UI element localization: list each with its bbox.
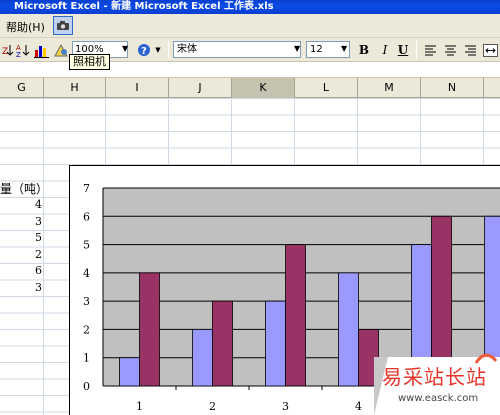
watermark: 易采站长站 www.easck.com: [374, 353, 500, 415]
column-header-i[interactable]: I: [106, 78, 169, 98]
y-tick-label: 7: [83, 182, 90, 195]
cell-value[interactable]: 6: [35, 264, 42, 277]
cell-value[interactable]: 3: [35, 281, 42, 294]
svg-text:?: ?: [141, 46, 147, 57]
x-tick-label: 2: [209, 400, 216, 413]
y-tick-label: 4: [83, 267, 90, 280]
font-dropdown-icon[interactable]: ▼: [294, 44, 300, 53]
menu-bar: 帮助(H): [0, 14, 500, 38]
zoom-dropdown-icon[interactable]: ▼: [122, 44, 128, 53]
y-tick-label: 5: [83, 239, 90, 252]
x-tick-label: 4: [355, 400, 362, 413]
toolbar-tooltip: 照相机: [69, 54, 110, 70]
cell-value[interactable]: 3: [35, 215, 42, 228]
bold-button[interactable]: B: [357, 41, 371, 59]
merge-center-icon[interactable]: [482, 41, 498, 59]
bar: [338, 272, 359, 387]
y-tick-label: 1: [83, 352, 90, 365]
column-header-g[interactable]: G: [0, 78, 44, 98]
cell-value[interactable]: 4: [35, 198, 42, 211]
column-headers: G H I J K L M N: [0, 78, 500, 98]
cell-value[interactable]: 2: [35, 248, 42, 261]
column-header-n[interactable]: N: [421, 78, 484, 98]
align-right-icon[interactable]: [463, 41, 477, 59]
column-header-j[interactable]: J: [169, 78, 232, 98]
help-icon[interactable]: ?: [136, 41, 152, 59]
column-header-h[interactable]: H: [44, 78, 106, 98]
column-header-m[interactable]: M: [358, 78, 421, 98]
bar: [139, 272, 160, 387]
bar: [265, 300, 286, 387]
x-tick-label: 1: [136, 400, 143, 413]
bar: [285, 244, 306, 387]
drawing-icon[interactable]: [53, 41, 69, 59]
cell-value[interactable]: 5: [35, 231, 42, 244]
bar: [192, 329, 213, 387]
watermark-url: www.easck.com: [398, 393, 479, 404]
x-tick-label: 3: [282, 400, 289, 413]
align-center-icon[interactable]: [443, 41, 457, 59]
font-size-dropdown-icon[interactable]: ▼: [341, 44, 347, 53]
bar: [212, 300, 233, 387]
underline-button[interactable]: U: [396, 41, 410, 59]
svg-text:Z: Z: [16, 51, 21, 57]
sort-asc-icon[interactable]: AZ: [16, 41, 30, 59]
cell-quantity-header[interactable]: 量（吨）: [0, 180, 48, 197]
y-tick-label: 6: [83, 210, 90, 223]
column-header-k[interactable]: K: [232, 78, 295, 98]
italic-button[interactable]: I: [378, 41, 392, 59]
sort-desc-icon[interactable]: Z: [2, 41, 14, 59]
camera-icon: [57, 21, 69, 30]
camera-button[interactable]: [53, 16, 73, 35]
menu-help[interactable]: 帮助(H): [6, 19, 45, 35]
window-title: Microsoft Excel - 新建 Microsoft Excel 工作表…: [0, 0, 500, 14]
watermark-text: 易采站长站: [382, 365, 487, 389]
column-header-l[interactable]: L: [295, 78, 358, 98]
toolbar-options-icon[interactable]: ▼: [153, 41, 163, 59]
y-tick-label: 2: [83, 323, 90, 336]
y-tick-label: 0: [83, 380, 90, 393]
font-name-field[interactable]: 宋体: [173, 41, 301, 58]
align-left-icon[interactable]: [423, 41, 437, 59]
bar: [119, 357, 140, 387]
chart-wizard-icon[interactable]: [34, 41, 50, 59]
y-tick-label: 3: [83, 295, 90, 308]
